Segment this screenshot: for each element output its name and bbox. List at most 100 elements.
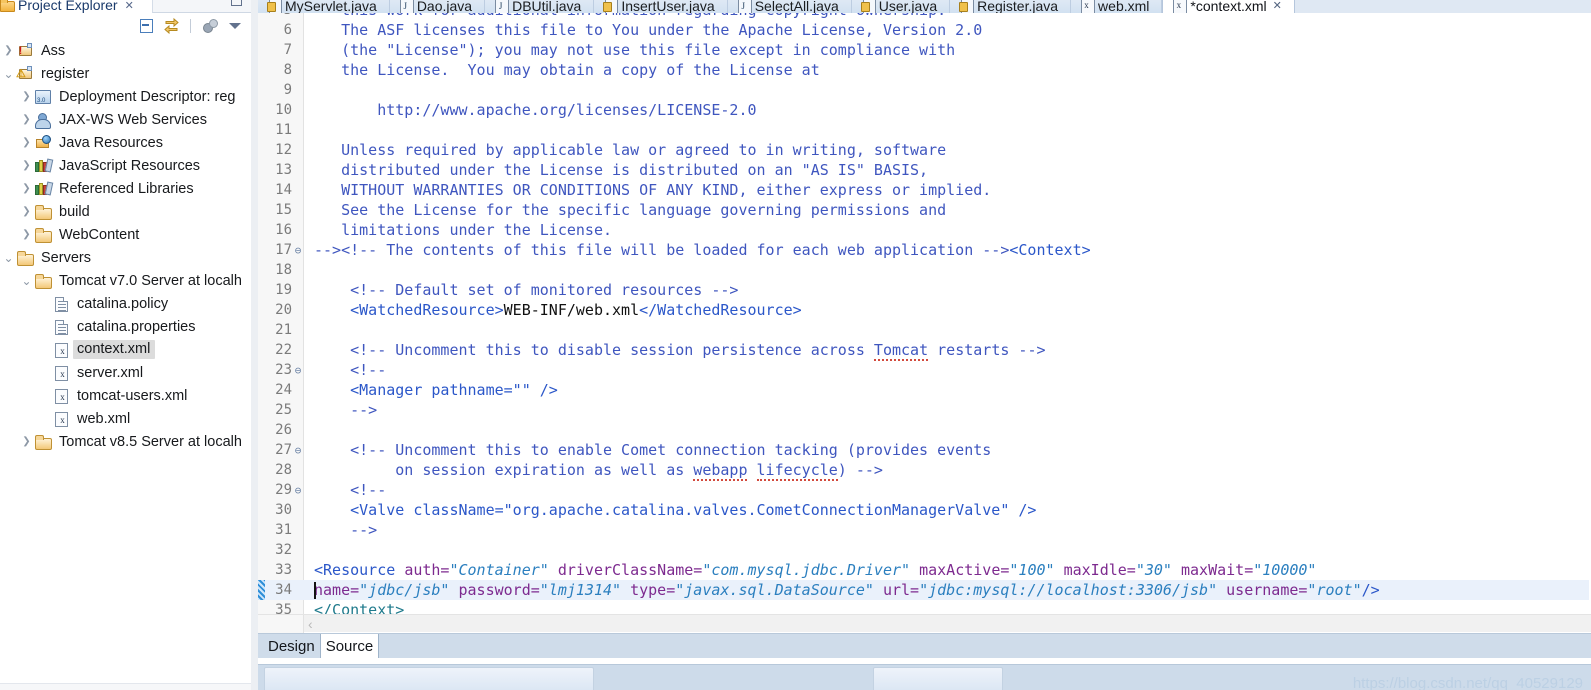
tab-source[interactable]: Source	[319, 634, 380, 659]
chevron-down-icon[interactable]: ⌄	[2, 68, 15, 80]
code-line-17[interactable]: 17 ⊖ --><!-- The contents of this file wil…	[258, 240, 1591, 260]
chevron-right-icon[interactable]: ❯	[20, 206, 33, 217]
code-line-18[interactable]: 18	[258, 260, 1591, 280]
tree-item-javascript-resources[interactable]: ❯ JavaScript Resources	[0, 154, 251, 177]
project-tree[interactable]: ❯!Ass⌄⚠register❯Deployment Descriptor: r…	[0, 39, 251, 690]
code-line-10[interactable]: 10 http://www.apache.org/licenses/LICENS…	[258, 100, 1591, 120]
code-line-34[interactable]: 34 name="jdbc/jsb" password="lmj1314" typ…	[258, 580, 1591, 600]
editor-tab-myservlet-java[interactable]: MyServlet.java	[258, 0, 390, 13]
tree-item-label: JAX-WS Web Services	[59, 111, 207, 128]
code-text: -->	[314, 521, 378, 539]
tab-design[interactable]: Design	[263, 634, 320, 659]
chevron-right-icon[interactable]: ❯	[20, 91, 33, 102]
code-line-19[interactable]: 19 <!-- Default set of monitored resourc…	[258, 280, 1591, 300]
chevron-down-icon[interactable]: ⌄	[2, 252, 15, 264]
code-line-27[interactable]: 27 ⊖ <!-- Uncomment this to enable Comet …	[258, 440, 1591, 460]
tree-item-tomcat-v7-0-server-at-localh[interactable]: ⌄ Tomcat v7.0 Server at localh	[0, 269, 251, 292]
tree-item-deployment-descriptor-reg[interactable]: ❯ Deployment Descriptor: reg	[0, 85, 251, 108]
chevron-right-icon[interactable]: ❯	[20, 137, 33, 148]
tree-item-label: tomcat-users.xml	[77, 387, 188, 404]
view-sash-handle[interactable]	[251, 0, 258, 690]
xml-source-editor[interactable]: 5 this work for additional information r…	[258, 13, 1591, 614]
tree-item-ass[interactable]: ❯! Ass	[0, 39, 251, 62]
code-line-24[interactable]: 24 <Manager pathname="" />	[258, 380, 1591, 400]
code-line-29[interactable]: 29 ⊖ <!--	[258, 480, 1591, 500]
code-line-16[interactable]: 16 limitations under the License.	[258, 220, 1591, 240]
collapse-all-icon[interactable]	[137, 17, 154, 34]
tree-item-catalina-policy[interactable]: catalina.policy	[0, 292, 251, 315]
tree-item-servers[interactable]: ⌄ Servers	[0, 246, 251, 269]
tree-item-server-xml[interactable]: server.xml	[0, 361, 251, 384]
tree-item-jax-ws-web-services[interactable]: ❯ JAX-WS Web Services	[0, 108, 251, 131]
code-line-21[interactable]: 21	[258, 320, 1591, 340]
code-line-35[interactable]: 35 </Context>	[258, 600, 1591, 614]
code-line-15[interactable]: 15 See the License for the specific lang…	[258, 200, 1591, 220]
bottom-view-tab-primary[interactable]	[264, 667, 594, 690]
editor-tab-selectall-java[interactable]: SelectAll.java	[727, 0, 852, 13]
editor-tab-web-xml[interactable]: web.xml	[1071, 0, 1163, 13]
code-line-33[interactable]: 33 <Resource auth="Container" driverClass…	[258, 560, 1591, 580]
code-line-9[interactable]: 9	[258, 80, 1591, 100]
code-line-22[interactable]: 22 <!-- Uncomment this to disable sessio…	[258, 340, 1591, 361]
code-line-7[interactable]: 7 (the "License"); you may not use this …	[258, 40, 1591, 60]
explorer-horizontal-scrollbar[interactable]	[0, 683, 251, 690]
code-line-6[interactable]: 6 The ASF licenses this file to You unde…	[258, 20, 1591, 40]
editor-tab-dao-java[interactable]: Dao.java	[389, 0, 486, 13]
code-line-12[interactable]: 12 Unless required by applicable law or …	[258, 140, 1591, 160]
project-explorer-tab[interactable]: Project Explorer ✕	[0, 0, 134, 13]
fold-collapse-icon[interactable]: ⊖	[292, 445, 304, 456]
code-line-13[interactable]: 13 distributed under the License is dist…	[258, 160, 1591, 180]
tree-item-webcontent[interactable]: ❯ WebContent	[0, 223, 251, 246]
link-with-editor-icon[interactable]	[163, 17, 180, 34]
fold-collapse-icon[interactable]: ⊖	[292, 365, 304, 376]
code-line-11[interactable]: 11	[258, 120, 1591, 140]
tree-item-web-xml[interactable]: web.xml	[0, 407, 251, 430]
maximize-icon[interactable]	[231, 0, 242, 6]
bottom-view-tab-secondary[interactable]	[873, 667, 1003, 690]
code-line-28[interactable]: 28 on session expiration as well as weba…	[258, 460, 1591, 481]
tree-item-register[interactable]: ⌄ ⚠ register	[0, 62, 251, 85]
code-line-14[interactable]: 14 WITHOUT WARRANTIES OR CONDITIONS OF A…	[258, 180, 1591, 200]
code-line-8[interactable]: 8 the License. You may obtain a copy of …	[258, 60, 1591, 80]
code-line-31[interactable]: 31 -->	[258, 520, 1591, 540]
code-line-25[interactable]: 25 -->	[258, 400, 1591, 420]
chevron-right-icon[interactable]: ❯	[2, 45, 15, 56]
editor-tab-insertuser-java[interactable]: InsertUser.java	[594, 0, 728, 13]
close-icon[interactable]: ✕	[125, 0, 134, 12]
chevron-right-icon[interactable]: ❯	[20, 436, 33, 447]
chevron-right-icon[interactable]: ❯	[20, 114, 33, 125]
chevron-right-icon[interactable]: ❯	[20, 229, 33, 240]
code-line-23[interactable]: 23 ⊖ <!--	[258, 360, 1591, 380]
tree-item-context-xml[interactable]: context.xml	[0, 338, 251, 361]
scroll-left-icon[interactable]: ‹	[308, 616, 313, 632]
tree-item-tomcat-users-xml[interactable]: tomcat-users.xml	[0, 384, 251, 407]
code-line-30[interactable]: 30 <Valve className="org.apache.catalina…	[258, 500, 1591, 520]
code-line-20[interactable]: 20 <WatchedResource>WEB-INF/web.xml</Wat…	[258, 300, 1591, 320]
fold-collapse-icon[interactable]: ⊖	[292, 485, 304, 496]
view-menu-icon[interactable]	[227, 17, 244, 34]
editor-tab-context-xml[interactable]: *context.xml ✕	[1162, 0, 1295, 13]
close-icon[interactable]: ✕	[1273, 0, 1282, 12]
code-line-5[interactable]: 5 this work for additional information r…	[258, 13, 1591, 20]
editor-tab-dbutil-java[interactable]: DBUtil.java	[485, 0, 595, 13]
editor-tab-register-java[interactable]: Register.java	[950, 0, 1072, 13]
code-line-32[interactable]: 32	[258, 540, 1591, 560]
editor-mode-tab-strip[interactable]: Design Source	[263, 634, 380, 659]
chevron-right-icon[interactable]: ❯	[20, 183, 33, 194]
line-number: 31	[275, 522, 292, 538]
chevron-right-icon[interactable]: ❯	[20, 160, 33, 171]
tree-item-catalina-properties[interactable]: catalina.properties	[0, 315, 251, 338]
code-line-26[interactable]: 26	[258, 420, 1591, 440]
filter-icon[interactable]	[201, 17, 218, 34]
watermark-text: https://blog.csdn.net/qq_40529129	[1352, 675, 1583, 690]
tree-item-referenced-libraries[interactable]: ❯ Referenced Libraries	[0, 177, 251, 200]
chevron-down-icon[interactable]: ⌄	[20, 275, 33, 287]
editor-tab-user-java[interactable]: User.java	[851, 0, 951, 13]
editor-horizontal-scrollbar[interactable]: ‹	[258, 614, 1591, 633]
fold-collapse-icon[interactable]: ⊖	[292, 245, 304, 256]
tree-item-java-resources[interactable]: ❯ Java Resources	[0, 131, 251, 154]
tree-item-tomcat-v8-5-server-at-localh[interactable]: ❯ Tomcat v8.5 Server at localh	[0, 430, 251, 453]
tree-item-build[interactable]: ❯ build	[0, 200, 251, 223]
code-lines[interactable]: 5 this work for additional information r…	[258, 13, 1591, 614]
editor-tab-strip[interactable]: MyServlet.java Dao.java DBUtil.java InsertU…	[258, 0, 1295, 13]
